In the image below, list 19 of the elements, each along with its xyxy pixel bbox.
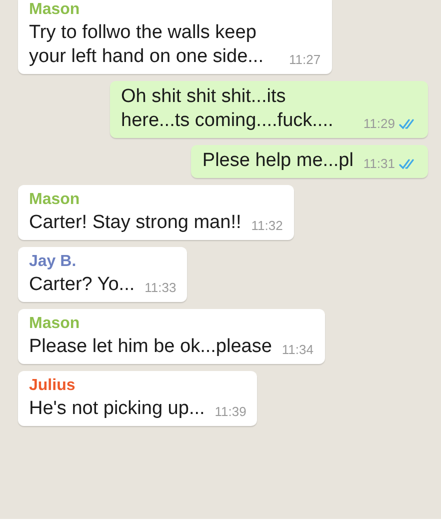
sender-name: Mason [29, 314, 81, 334]
sender-name: Mason [29, 0, 81, 20]
message-time: 11:39 [214, 404, 246, 420]
message-text: Oh shit shit shit...its here...ts coming....fuck.... [121, 85, 334, 133]
message-time: 11:31 [363, 156, 395, 172]
message-time: 11:34 [282, 342, 314, 358]
sender-name: Mason [29, 190, 81, 210]
message-time: 11:33 [144, 280, 176, 296]
message-text: He's not picking up... [29, 397, 205, 421]
message-time: 11:27 [289, 52, 321, 68]
message-time: 11:29 [363, 116, 395, 132]
sender-name: Jay B. [29, 252, 78, 272]
message-text: Please let him be ok...please [29, 335, 272, 359]
message-text: Carter! Stay strong man!! [29, 211, 242, 235]
sender-name: Julius [29, 376, 76, 396]
message-time: 11:32 [251, 218, 283, 234]
message-text: Carter? Yo... [29, 273, 135, 297]
message-text: Plese help me...pl [202, 149, 354, 173]
message-text: Try to follwo the walls keep your left hand on one side... [29, 21, 264, 69]
